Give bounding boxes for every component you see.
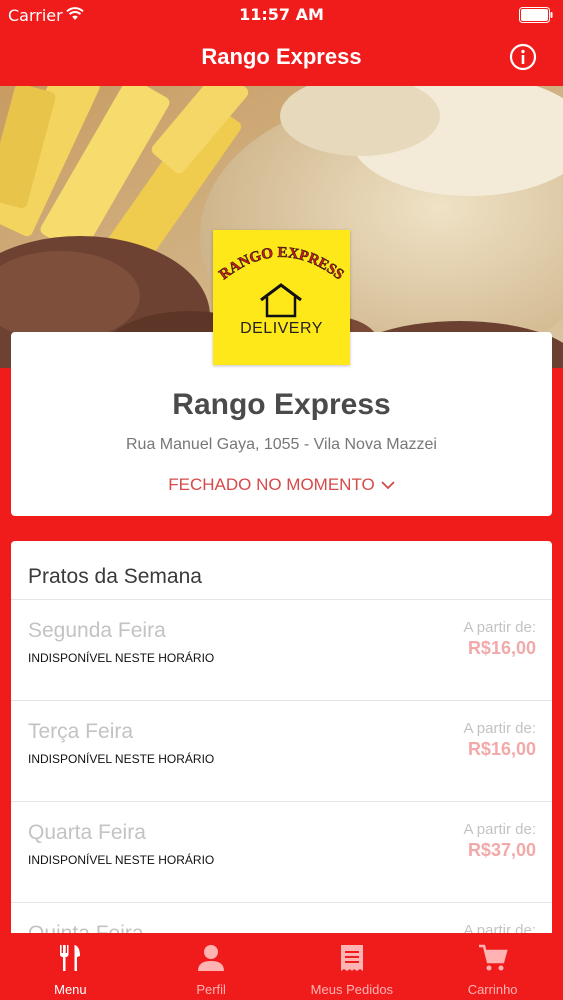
section-title: Pratos da Semana (11, 541, 552, 600)
nav-title: Rango Express (201, 44, 362, 69)
tab-bar: Menu Perfil Meus Pedidos Carrinho (0, 933, 563, 1000)
svg-text:RANGO EXPRESS: RANGO EXPRESS (216, 245, 346, 283)
menu-item-price-prefix: A partir de: (463, 720, 536, 737)
person-icon (198, 945, 225, 971)
menu-item[interactable]: Terça Feira INDISPONÍVEL NESTE HORÁRIO A… (11, 701, 552, 802)
menu-item-name: Terça Feira (28, 720, 134, 743)
nav-bar: Rango Express (0, 30, 563, 86)
receipt-icon (340, 945, 363, 971)
chevron-down-icon (381, 481, 395, 490)
tab-label: Meus Pedidos (310, 982, 394, 997)
logo-delivery-text: DELIVERY (240, 320, 323, 337)
menu-item-price: R$16,00 (467, 739, 536, 759)
status-time: 11:57 AM (239, 5, 324, 24)
menu-item-price-prefix: A partir de: (463, 619, 536, 636)
restaurant-address: Rua Manuel Gaya, 1055 - Vila Nova Mazzei (126, 436, 437, 453)
tab-menu[interactable]: Menu (0, 933, 141, 1000)
fork-knife-icon (60, 945, 81, 971)
menu-item-price: R$16,00 (467, 638, 536, 658)
tab-carrinho[interactable]: Carrinho (422, 933, 563, 1000)
tab-label: Perfil (196, 982, 226, 997)
menu-item[interactable]: Quarta Feira INDISPONÍVEL NESTE HORÁRIO … (11, 802, 552, 903)
house-icon (260, 283, 302, 318)
menu-item-availability: INDISPONÍVEL NESTE HORÁRIO (28, 651, 215, 665)
tab-perfil[interactable]: Perfil (141, 933, 282, 1000)
opening-status-toggle[interactable]: FECHADO NO MOMENTO (11, 475, 552, 495)
menu-item-availability: INDISPONÍVEL NESTE HORÁRIO (28, 752, 215, 766)
info-icon[interactable] (509, 43, 537, 71)
tab-label: Carrinho (467, 982, 518, 997)
tab-meus-pedidos[interactable]: Meus Pedidos (282, 933, 423, 1000)
menu-item-name: Quarta Feira (28, 821, 146, 844)
restaurant-name: Rango Express (172, 388, 391, 421)
opening-status-label: FECHADO NO MOMENTO (168, 475, 375, 494)
tab-label: Menu (54, 982, 87, 997)
battery-icon (519, 7, 553, 23)
menu-item-availability: INDISPONÍVEL NESTE HORÁRIO (28, 853, 215, 867)
menu-item-price-prefix: A partir de: (463, 821, 536, 838)
weekly-dishes-card: Pratos da Semana Segunda Feira INDISPONÍ… (11, 541, 552, 1000)
cart-icon (478, 944, 508, 971)
status-bar: Carrier 11:57 AM (0, 0, 563, 30)
restaurant-logo: RANGO EXPRESS DELIVERY (213, 230, 350, 365)
menu-item[interactable]: Segunda Feira INDISPONÍVEL NESTE HORÁRIO… (11, 600, 552, 701)
logo-arc-text: RANGO EXPRESS (216, 245, 347, 284)
menu-item-price: R$37,00 (467, 840, 536, 860)
menu-item-name: Segunda Feira (28, 619, 166, 642)
